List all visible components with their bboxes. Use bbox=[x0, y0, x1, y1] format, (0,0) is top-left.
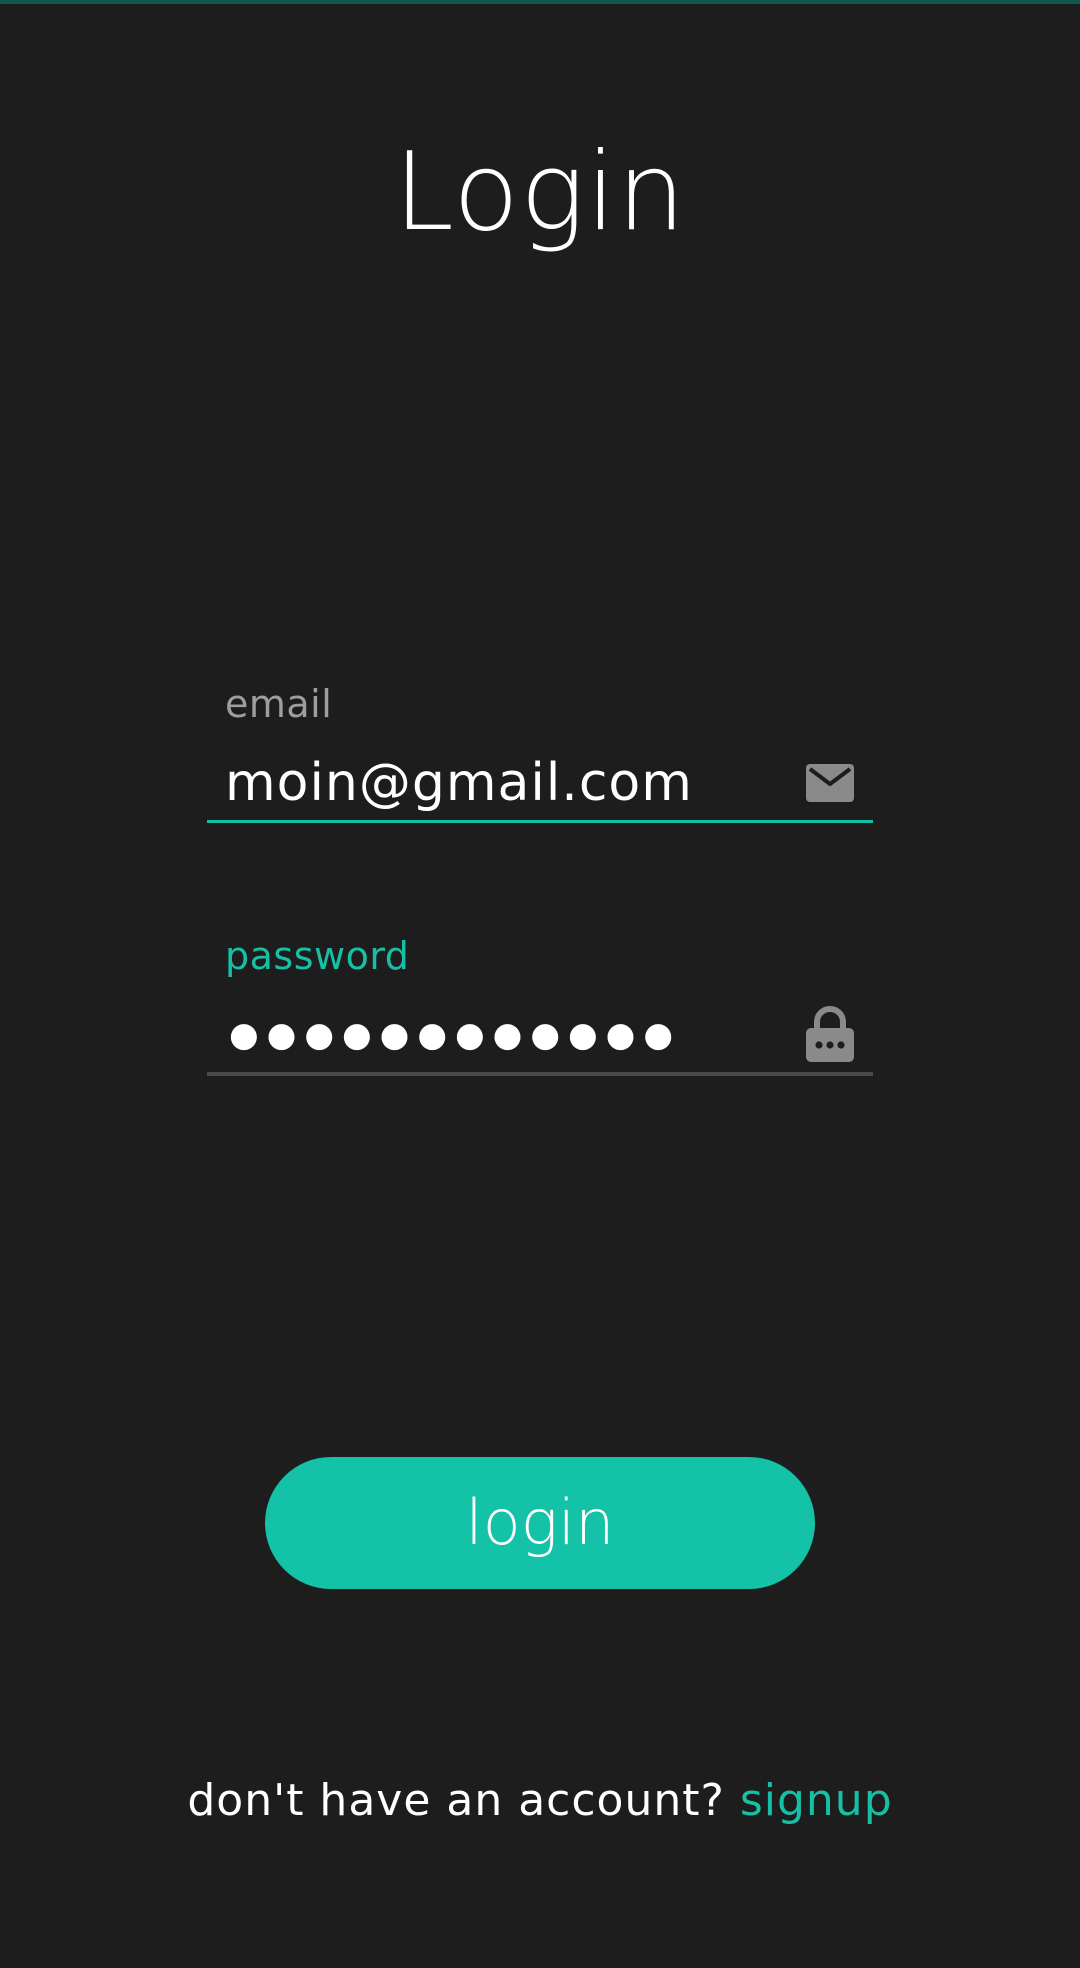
signup-prompt: don't have an account? signup bbox=[0, 1770, 1080, 1832]
envelope-icon bbox=[805, 754, 855, 810]
email-label: email bbox=[225, 682, 333, 726]
page-title: Login bbox=[393, 130, 687, 255]
password-underline bbox=[207, 1072, 873, 1076]
login-button[interactable]: login bbox=[265, 1457, 815, 1589]
email-underline bbox=[207, 820, 873, 823]
signup-link[interactable]: signup bbox=[740, 1775, 893, 1826]
top-accent-line bbox=[0, 0, 1080, 4]
password-input[interactable]: ●●●●●●●●●●●● bbox=[225, 998, 789, 1072]
lock-icon bbox=[805, 1006, 855, 1062]
email-input[interactable] bbox=[225, 746, 785, 820]
password-label: password bbox=[225, 934, 410, 978]
signup-prompt-text: don't have an account? bbox=[187, 1775, 740, 1826]
